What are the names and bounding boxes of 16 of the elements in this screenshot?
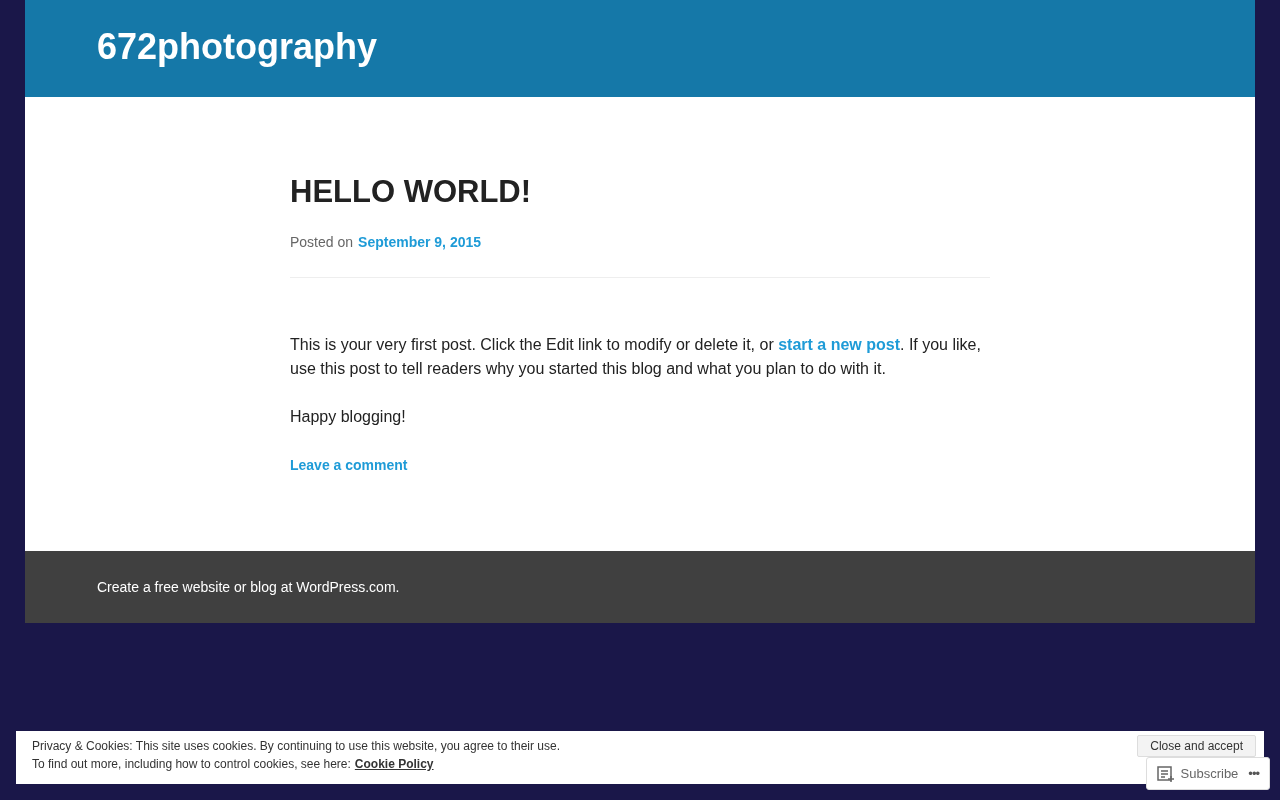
accept-button[interactable]: Close and accept: [1137, 735, 1256, 757]
site-title[interactable]: 672photography: [97, 25, 378, 68]
footer-credit: Create a free website or blog at WordPress.com.: [97, 579, 400, 596]
subscribe-button[interactable]: Subscribe: [1156, 765, 1239, 782]
cookie-notice: Privacy & Cookies: This site uses cookies. By continuing to use this website, you agree to their use.: [32, 738, 561, 755]
reader-icon: [1156, 765, 1175, 782]
cookie-info: To find out more, including how to control cookies, see here: Cookie Policy: [32, 756, 435, 773]
comment-link[interactable]: Leave a comment: [290, 453, 408, 478]
new-post-link[interactable]: start a new post: [778, 336, 900, 354]
posted-label: Posted on: [290, 234, 354, 251]
post-paragraph: Happy blogging!: [290, 407, 407, 428]
post-paragraph: This is your very first post. Click the Edit link to modify or delete it, or start a new post. If you like, use this post to tell readers why you started this blog and what you plan to do with it.: [290, 335, 982, 380]
cookie-policy-link[interactable]: Cookie Policy: [354, 757, 434, 771]
post-date-link[interactable]: September 9, 2015: [358, 234, 482, 251]
more-button[interactable]: •••: [1248, 766, 1259, 781]
post-title: HELLO WORLD!: [290, 173, 533, 211]
